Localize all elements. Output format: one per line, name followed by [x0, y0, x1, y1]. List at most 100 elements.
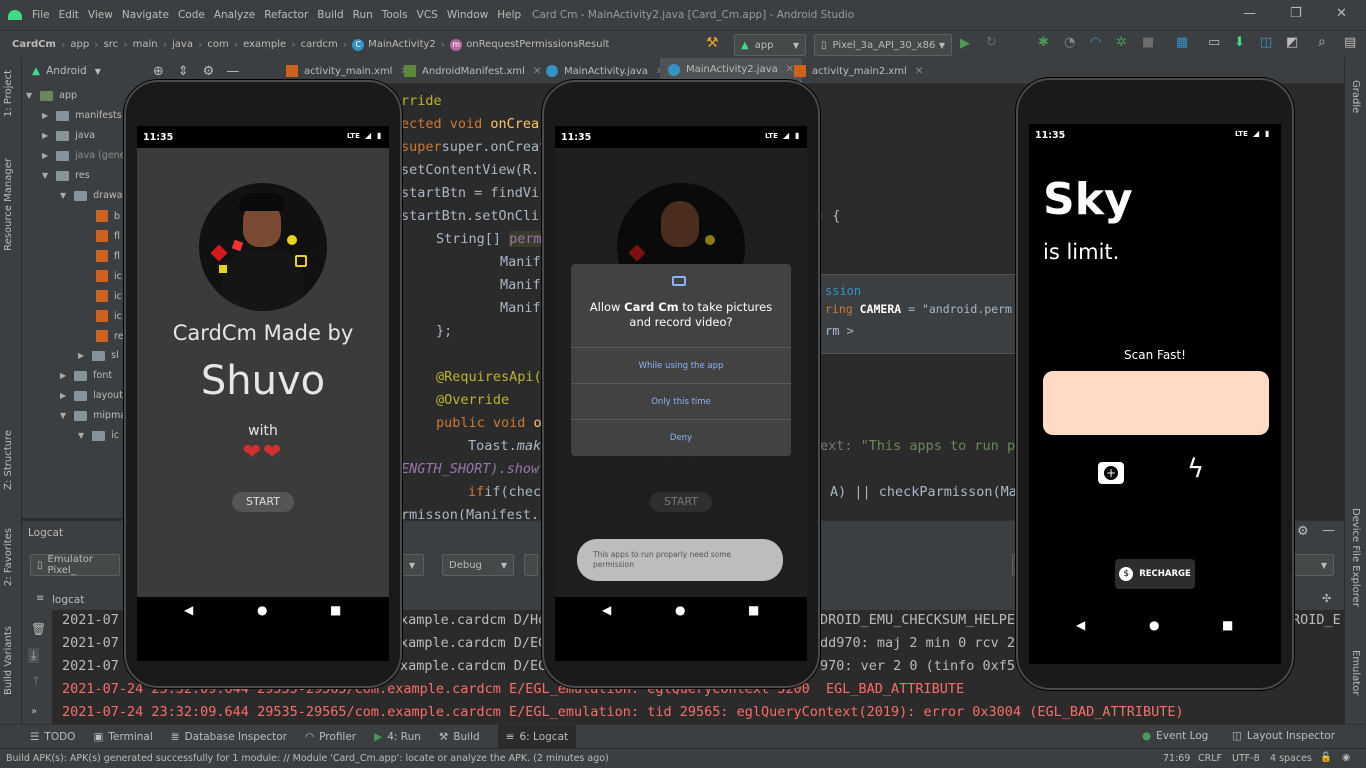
menu-view[interactable]: View [88, 9, 113, 21]
tree-item-res[interactable]: ▼ res [42, 170, 90, 181]
expand-icon[interactable]: ✣ [1322, 592, 1331, 605]
more-icon[interactable]: » [31, 706, 37, 717]
recharge-button[interactable]: $ RECHARGE [1115, 559, 1195, 589]
home-icon[interactable]: ● [675, 603, 685, 617]
close-icon[interactable]: ✕ [1336, 6, 1347, 21]
back-icon[interactable]: ◀ [1076, 618, 1085, 632]
start-button[interactable]: START [650, 492, 712, 512]
scroll-to-end-icon[interactable]: ⤓ [28, 648, 40, 663]
profile-icon[interactable]: ◔ [1064, 35, 1075, 50]
rerun-icon[interactable]: ↻ [986, 35, 997, 50]
tree-item-font[interactable]: ▶ font [60, 370, 112, 381]
menu-window[interactable]: Window [447, 9, 488, 21]
tree-item-folder[interactable]: ▶ sl [78, 350, 119, 361]
scan-result-box[interactable] [1043, 371, 1269, 435]
gear-icon[interactable]: ⚙ [203, 64, 215, 79]
breadcrumb-main[interactable]: main [133, 39, 158, 50]
tree-file[interactable]: fl [96, 250, 120, 262]
file-encoding[interactable]: UTF-8 [1232, 753, 1260, 764]
tab-favorites[interactable]: 2: Favorites [3, 528, 14, 586]
tool-run[interactable]: ▶ 4: Run [374, 731, 421, 743]
tab-emulator[interactable]: Emulator [1350, 650, 1361, 695]
back-icon[interactable]: ◀ [184, 603, 193, 617]
logcat-level-select[interactable]: Debug ▼ [442, 554, 514, 576]
tool-todo[interactable]: ☰ TODO [30, 731, 75, 743]
tab-gradle[interactable]: Gradle [1350, 80, 1361, 113]
tab-android-manifest[interactable]: AndroidManifest.xml ✕ [396, 58, 549, 84]
tree-file[interactable]: fl [96, 230, 120, 242]
menu-file[interactable]: File [32, 9, 50, 21]
recents-icon[interactable]: ■ [748, 603, 759, 617]
home-icon[interactable]: ● [257, 603, 267, 617]
module-select[interactable]: ▲ app ▼ [734, 34, 806, 56]
breadcrumb-project[interactable]: CardCm [12, 39, 56, 50]
project-view-select[interactable]: Android [46, 65, 87, 77]
search-icon[interactable]: ⌕ [1318, 34, 1326, 50]
menu-run[interactable]: Run [353, 9, 373, 21]
breadcrumb-method[interactable]: onRequestPermissionsResult [466, 39, 609, 50]
menu-analyze[interactable]: Analyze [214, 9, 255, 21]
logcat-process-select[interactable]: ▼ [402, 554, 424, 576]
menu-refactor[interactable]: Refactor [264, 9, 308, 21]
line-separator[interactable]: CRLF [1198, 753, 1222, 764]
tab-structure[interactable]: Z: Structure [3, 430, 14, 490]
logcat-tab-label[interactable]: logcat [52, 594, 84, 606]
breadcrumb-class[interactable]: MainActivity2 [368, 39, 436, 50]
maximize-icon[interactable]: ❐ [1290, 6, 1302, 21]
tool-event-log[interactable]: ● Event Log [1142, 730, 1208, 742]
gauge-icon[interactable]: ◠ [1090, 35, 1101, 50]
collapse-icon[interactable]: ⇕ [178, 64, 189, 79]
run-icon[interactable]: ▶ [960, 36, 970, 51]
tool-database-inspector[interactable]: ≣ Database Inspector [171, 731, 287, 743]
menu-help[interactable]: Help [497, 9, 521, 21]
tab-activity-main2-xml[interactable]: activity_main2.xml ✕ [786, 58, 931, 84]
menu-navigate[interactable]: Navigate [122, 9, 169, 21]
tree-item-ic[interactable]: ▼ ic [78, 430, 119, 441]
allow-while-using-button[interactable]: While using the app [571, 347, 791, 383]
tab-project[interactable]: 1: Project [3, 70, 14, 117]
menu-edit[interactable]: Edit [59, 9, 79, 21]
tab-build-variants[interactable]: Build Variants [3, 626, 14, 695]
breadcrumb-cardcm[interactable]: cardcm [301, 39, 338, 50]
breadcrumb-src[interactable]: src [104, 39, 119, 50]
tree-item-app[interactable]: ▼ app [26, 90, 77, 101]
up-arrow-icon[interactable]: ↑ [31, 674, 41, 688]
inspector-icon[interactable]: ◩ [1286, 35, 1298, 50]
device-select[interactable]: ▯ Pixel_3a_API_30_x86 ▼ [814, 34, 952, 56]
status-message[interactable]: Build APK(s): APK(s) generated successfu… [6, 753, 609, 764]
tool-build[interactable]: ⚒ Build [439, 731, 480, 743]
locate-icon[interactable]: ⊕ [153, 64, 164, 79]
stop-icon[interactable]: ■ [1142, 35, 1154, 50]
recents-icon[interactable]: ■ [1222, 618, 1233, 632]
tab-resource-manager[interactable]: Resource Manager [3, 158, 14, 251]
project-structure-icon[interactable]: ▦ [1176, 35, 1188, 50]
back-icon[interactable]: ◀ [602, 603, 611, 617]
tree-item-mipmap[interactable]: ▼ mipmap [60, 410, 132, 421]
flash-icon[interactable]: ϟ [1187, 454, 1204, 484]
lock-icon[interactable]: 🔓 [1320, 752, 1332, 763]
sdk-manager-icon[interactable]: ⬇ [1234, 35, 1245, 50]
hammer-icon[interactable]: ⚒ [706, 35, 719, 51]
more-actions-icon[interactable]: ▤ [1344, 35, 1356, 50]
menu-build[interactable]: Build [317, 9, 343, 21]
home-icon[interactable]: ● [1149, 618, 1159, 632]
caret-position[interactable]: 71:69 [1163, 753, 1190, 764]
hide-panel-icon[interactable]: — [1322, 523, 1335, 538]
tool-logcat[interactable]: ≡ 6: Logcat [497, 724, 577, 749]
menu-vcs[interactable]: VCS [417, 9, 438, 21]
allow-once-button[interactable]: Only this time [571, 383, 791, 419]
attach-debugger-icon[interactable]: ✲ [1116, 35, 1127, 50]
tree-item-manifests[interactable]: ▶ manifests [42, 110, 122, 121]
tool-layout-inspector[interactable]: ◫ Layout Inspector [1232, 730, 1335, 742]
deny-button[interactable]: Deny [571, 419, 791, 455]
notifications-icon[interactable]: ◉ [1342, 752, 1350, 763]
menu-code[interactable]: Code [178, 9, 205, 21]
close-tab-icon[interactable]: ✕ [915, 66, 923, 77]
tool-profiler[interactable]: ◠ Profiler [305, 731, 356, 743]
popup-link[interactable]: rm > [825, 324, 854, 338]
debug-icon[interactable]: ✱ [1038, 35, 1049, 50]
trash-icon[interactable]: 🗑 [31, 622, 46, 636]
tree-item-layout[interactable]: ▶ layout [60, 390, 123, 401]
breadcrumb-com[interactable]: com [207, 39, 228, 50]
logcat-search-input[interactable] [524, 554, 538, 576]
